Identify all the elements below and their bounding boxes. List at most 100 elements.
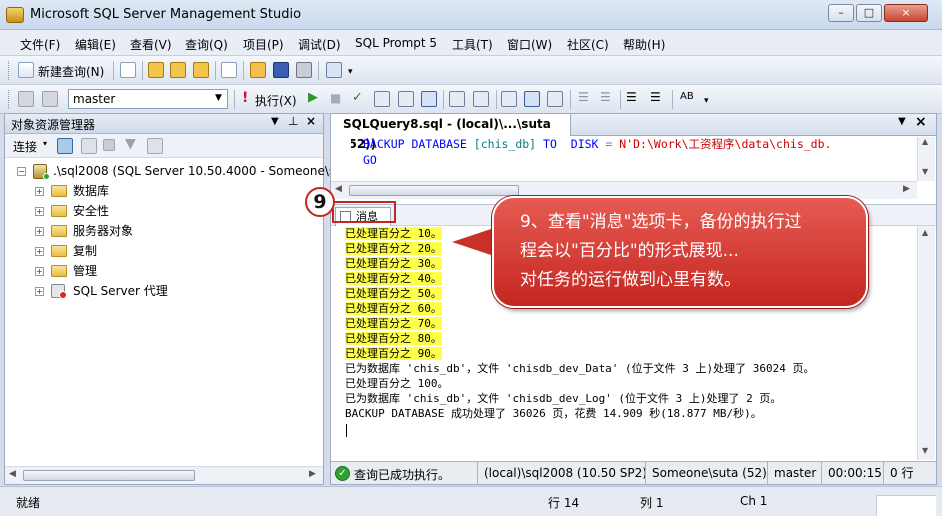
stop-icon[interactable]: [103, 139, 115, 151]
menu-view[interactable]: 查看(V): [130, 36, 172, 53]
scroll-left-icon[interactable]: ◀: [335, 184, 342, 194]
expand-icon[interactable]: +: [35, 207, 44, 216]
new-query-button[interactable]: 新建查询(N): [38, 63, 104, 80]
execute-icon[interactable]: !: [242, 90, 248, 106]
menu-window[interactable]: 窗口(W): [507, 36, 552, 53]
execute-button[interactable]: 执行(X): [255, 92, 297, 109]
decrease-indent-icon[interactable]: ☰: [626, 90, 637, 104]
object-explorer-toolbar: 连接 ▾ ▼: [5, 134, 323, 158]
database-engine-query-icon[interactable]: [148, 62, 164, 78]
specify-template-values-icon[interactable]: AB: [680, 91, 694, 102]
code-string: N'D:\Work\工资程序\data\chis_db.: [619, 137, 832, 151]
tab-list-icon[interactable]: ▼: [898, 116, 906, 127]
refresh-icon[interactable]: [147, 138, 163, 154]
scrollbar-thumb[interactable]: [349, 185, 519, 196]
code-keyword: BACKUP DATABASE: [363, 137, 467, 151]
collapse-icon[interactable]: −: [17, 167, 26, 176]
query-designer-icon[interactable]: [398, 91, 414, 107]
maximize-button[interactable]: □: [856, 4, 882, 22]
folder-icon: [51, 185, 67, 197]
new-file-icon[interactable]: [120, 62, 136, 78]
save-icon[interactable]: [273, 62, 289, 78]
resize-grip[interactable]: [876, 495, 936, 516]
document-tab[interactable]: SQLQuery8.sql - (local)\...\suta (52)): [331, 114, 571, 151]
results-to-grid-selected-icon[interactable]: [524, 91, 540, 107]
query-status-bar: ✓ 查询已成功执行。 (local)\sql2008 (10.50 SP2) S…: [331, 461, 936, 484]
object-explorer-title: 对象资源管理器: [11, 118, 96, 132]
include-plan-icon[interactable]: [449, 91, 465, 107]
toolbar-overflow-icon[interactable]: ▾: [704, 96, 709, 106]
expand-icon[interactable]: +: [35, 227, 44, 236]
client-stats-icon[interactable]: [473, 91, 489, 107]
callout-line: 9、查看"消息"选项卡，备份的执行过: [520, 212, 802, 232]
toolbar-grip[interactable]: [8, 90, 11, 109]
horizontal-scrollbar[interactable]: ◀ ▶: [5, 466, 323, 484]
close-button[interactable]: ×: [884, 4, 928, 22]
panel-close-icon[interactable]: ×: [306, 114, 316, 128]
toolbar-grip[interactable]: [8, 61, 11, 80]
scroll-up-icon[interactable]: ▲: [922, 137, 928, 146]
document-close-icon[interactable]: ×: [915, 114, 927, 130]
database-selector[interactable]: master ▼: [68, 89, 228, 109]
scroll-left-icon[interactable]: ◀: [9, 469, 16, 479]
results-to-text-icon[interactable]: [501, 91, 517, 107]
results-vertical-scrollbar[interactable]: ▲ ▼: [917, 226, 935, 460]
stop-icon[interactable]: ■: [330, 91, 341, 105]
menu-sql-prompt[interactable]: SQL Prompt 5: [355, 36, 437, 50]
connect-server-icon[interactable]: [57, 138, 73, 154]
menu-file[interactable]: 文件(F): [20, 36, 60, 53]
print-icon[interactable]: [296, 62, 312, 78]
scroll-down-icon[interactable]: ▼: [922, 167, 928, 176]
toolbar-overflow-icon[interactable]: ▾: [348, 67, 353, 77]
menu-project[interactable]: 项目(P): [243, 36, 284, 53]
increase-indent-icon[interactable]: ☰: [650, 90, 661, 104]
standard-toolbar: 新建查询(N) ▾: [0, 56, 942, 85]
code-line-1[interactable]: BACKUP DATABASE [chis_db] TO DISK = N'D:…: [363, 136, 831, 152]
scroll-right-icon[interactable]: ▶: [309, 469, 316, 479]
uncomment-icon[interactable]: ☰: [600, 90, 611, 104]
minimize-button[interactable]: –: [828, 4, 854, 22]
menu-tools[interactable]: 工具(T): [452, 36, 493, 53]
expand-icon[interactable]: +: [35, 187, 44, 196]
code-line-2[interactable]: GO: [363, 153, 377, 167]
new-query-icon[interactable]: [18, 62, 34, 78]
comment-icon[interactable]: ☰: [578, 90, 589, 104]
scroll-up-icon[interactable]: ▲: [922, 228, 928, 237]
results-to-file-icon[interactable]: [547, 91, 563, 107]
menu-edit[interactable]: 编辑(E): [75, 36, 116, 53]
menu-query[interactable]: 查询(Q): [185, 36, 228, 53]
change-connection-icon[interactable]: [42, 91, 58, 107]
scrollbar-thumb[interactable]: [23, 470, 195, 481]
panel-dropdown-icon[interactable]: ▼: [271, 116, 279, 127]
disconnect-icon[interactable]: [81, 138, 97, 154]
expand-icon[interactable]: +: [35, 247, 44, 256]
xmla-query-icon[interactable]: [193, 62, 209, 78]
connect-button[interactable]: 连接: [13, 138, 37, 155]
new-project-icon[interactable]: [221, 62, 237, 78]
editor-vertical-scrollbar[interactable]: ▲ ▼: [917, 137, 935, 181]
analysis-query-icon[interactable]: [170, 62, 186, 78]
expand-icon[interactable]: +: [35, 267, 44, 276]
results-to-grid-icon[interactable]: [421, 91, 437, 107]
menu-help[interactable]: 帮助(H): [623, 36, 665, 53]
connect-dropdown-icon[interactable]: ▾: [43, 139, 47, 148]
code-keyword-to: TO: [543, 137, 557, 151]
tree-label: 数据库: [73, 184, 110, 198]
display-plan-icon[interactable]: [374, 91, 390, 107]
menu-debug[interactable]: 调试(D): [298, 36, 341, 53]
scroll-right-icon[interactable]: ▶: [903, 184, 910, 194]
expand-icon[interactable]: +: [35, 287, 44, 296]
callout-line: 程会以"百分比"的形式展现...: [520, 241, 739, 261]
menu-community[interactable]: 社区(C): [567, 36, 609, 53]
query-status-message: 查询已成功执行。: [354, 468, 451, 482]
debug-play-icon[interactable]: ▶: [308, 90, 318, 105]
activity-monitor-icon[interactable]: [326, 62, 342, 78]
scroll-down-icon[interactable]: ▼: [922, 446, 928, 455]
code-db-name: [chis_db]: [473, 137, 537, 151]
progress-line: 已处理百分之 40。: [345, 272, 442, 285]
connect-icon[interactable]: [18, 91, 34, 107]
filter-icon[interactable]: ▼: [125, 136, 136, 152]
open-file-icon[interactable]: [250, 62, 266, 78]
parse-check-icon[interactable]: ✓: [352, 90, 363, 105]
pin-icon[interactable]: ⊥: [288, 114, 298, 128]
